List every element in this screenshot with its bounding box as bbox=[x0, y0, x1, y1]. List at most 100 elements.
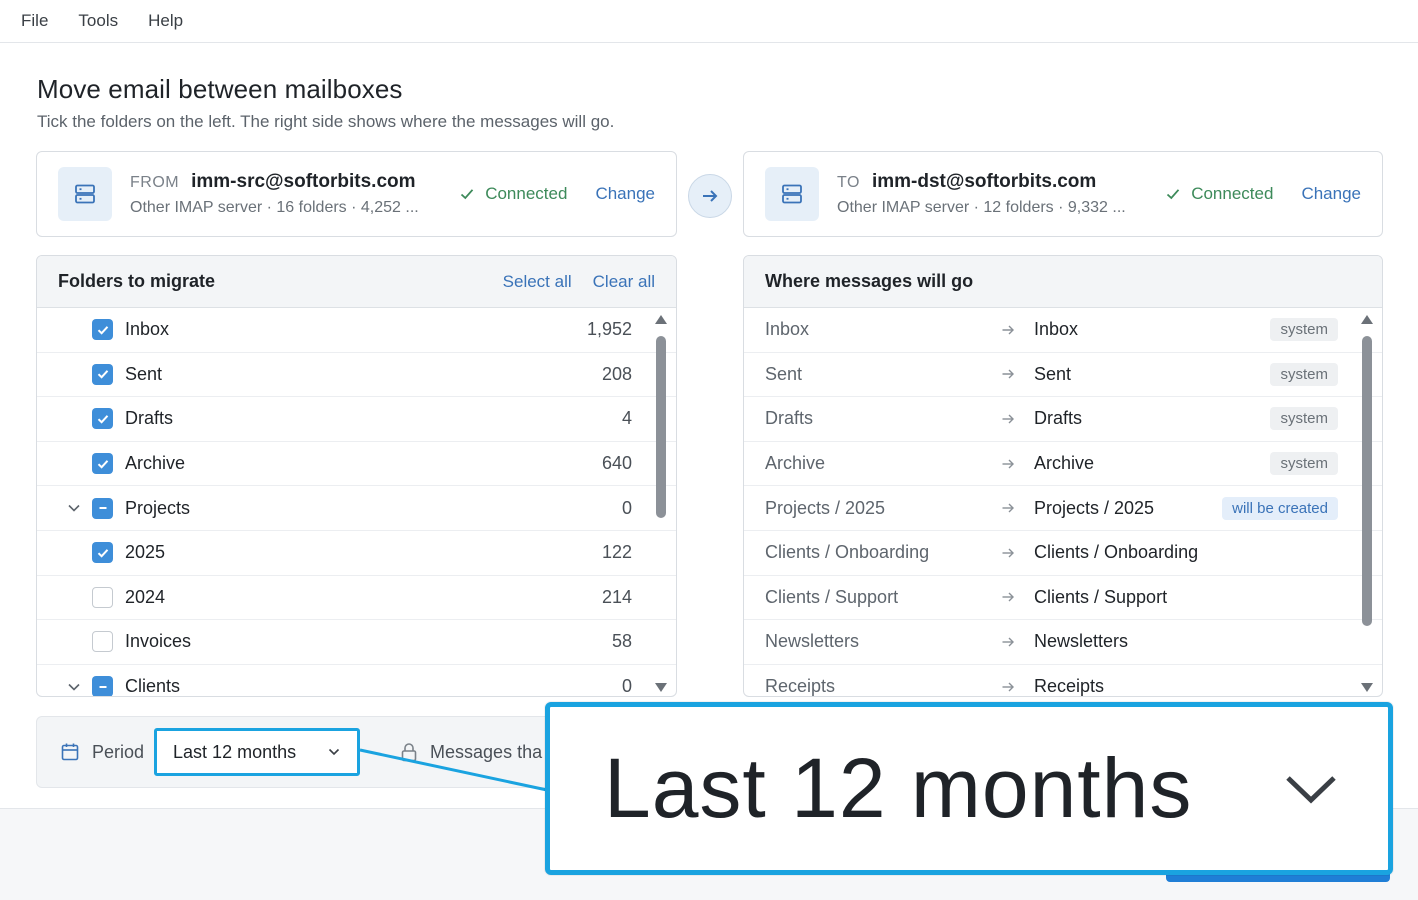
messages-filter-text: Messages tha bbox=[430, 741, 543, 762]
destination-meta: Other IMAP server · 12 folders · 9,332 .… bbox=[837, 199, 1126, 216]
arrow-right-icon bbox=[1001, 412, 1031, 426]
scroll-up-icon[interactable] bbox=[655, 315, 667, 324]
folder-row[interactable]: 2024 214 bbox=[37, 576, 676, 621]
folders-panel: Folders to migrate Select all Clear all … bbox=[36, 255, 677, 697]
menu-help[interactable]: Help bbox=[148, 11, 183, 31]
folder-checkbox[interactable] bbox=[92, 542, 113, 564]
chevron-down-icon bbox=[1286, 775, 1336, 803]
mapping-row: Sent Sent system bbox=[744, 353, 1382, 398]
folder-row[interactable]: Inbox 1,952 bbox=[37, 308, 676, 353]
folder-checkbox[interactable] bbox=[92, 363, 113, 385]
zoom-callout: Last 12 months bbox=[545, 702, 1393, 875]
arrow-right-icon bbox=[1001, 367, 1031, 381]
chevron-down-icon[interactable] bbox=[59, 680, 89, 694]
lock-icon bbox=[401, 743, 417, 762]
arrow-right-icon bbox=[1001, 680, 1031, 694]
scroll-thumb[interactable] bbox=[1362, 336, 1372, 626]
folder-name: Drafts bbox=[125, 408, 174, 429]
folder-checkbox[interactable] bbox=[92, 319, 113, 341]
folder-name: Sent bbox=[125, 363, 163, 384]
mapping-scrollbar[interactable] bbox=[1360, 312, 1374, 694]
arrow-right-icon bbox=[1001, 457, 1031, 471]
mapping-destination: Receipts bbox=[1034, 676, 1105, 697]
folder-name: Clients bbox=[125, 676, 181, 697]
arrow-right-icon bbox=[1001, 501, 1031, 515]
folder-count: 640 bbox=[601, 453, 632, 474]
folder-checkbox[interactable] bbox=[92, 408, 113, 430]
folder-checkbox[interactable] bbox=[92, 586, 113, 608]
destination-email: imm-dst@softorbits.com bbox=[871, 171, 1097, 192]
period-label: Period bbox=[92, 741, 145, 762]
scroll-down-icon[interactable] bbox=[655, 683, 667, 692]
check-icon bbox=[1167, 189, 1180, 200]
mapping-list: Inbox Inbox system Sent Sent system Drafts Draf… bbox=[744, 308, 1382, 697]
folders-panel-header: Folders to migrate Select all Clear all bbox=[37, 256, 676, 308]
folder-name: 2025 bbox=[125, 542, 166, 563]
page-subtitle: Tick the folders on the left. The right … bbox=[37, 112, 615, 131]
direction-arrow-button[interactable] bbox=[688, 174, 732, 218]
mapping-source: Archive bbox=[765, 453, 826, 474]
calendar-icon bbox=[61, 743, 79, 761]
mapping-row: Clients / Support Clients / Support bbox=[744, 576, 1382, 621]
menu-bar: File Tools Help bbox=[0, 0, 1418, 43]
select-all-link[interactable]: Select all bbox=[503, 272, 572, 292]
folder-name: Invoices bbox=[125, 631, 192, 652]
folder-name: Projects bbox=[125, 497, 191, 518]
destination-direction-label: TO bbox=[837, 174, 860, 191]
destination-change-link[interactable]: Change bbox=[1301, 184, 1361, 204]
zoom-callout-value: Last 12 months bbox=[604, 741, 1193, 835]
mapping-source: Sent bbox=[765, 363, 803, 384]
arrow-right-icon bbox=[1001, 590, 1031, 604]
chevron-down-icon[interactable] bbox=[59, 501, 89, 515]
folder-row[interactable]: Drafts 4 bbox=[37, 397, 676, 442]
clear-all-link[interactable]: Clear all bbox=[593, 272, 655, 292]
mapping-panel-title: Where messages will go bbox=[765, 271, 974, 291]
arrow-right-icon bbox=[1001, 546, 1031, 560]
mapping-source: Receipts bbox=[765, 676, 836, 697]
folder-row[interactable]: 2025 122 bbox=[37, 531, 676, 576]
system-badge: system bbox=[1270, 318, 1338, 342]
mapping-source: Clients / Support bbox=[765, 586, 899, 607]
folder-row[interactable]: Sent 208 bbox=[37, 353, 676, 398]
folder-checkbox[interactable] bbox=[92, 497, 113, 519]
mapping-source: Inbox bbox=[765, 319, 810, 340]
server-icon bbox=[58, 167, 112, 221]
chevron-down-icon bbox=[328, 748, 340, 756]
source-meta: Other IMAP server · 16 folders · 4,252 .… bbox=[130, 199, 419, 216]
folder-row[interactable]: Invoices 58 bbox=[37, 620, 676, 665]
period-select-value: Last 12 months bbox=[173, 741, 297, 762]
folder-count: 0 bbox=[621, 676, 632, 697]
scroll-down-icon[interactable] bbox=[1361, 683, 1373, 692]
source-change-link[interactable]: Change bbox=[595, 184, 655, 204]
folder-list: Inbox 1,952 Sent 208 Drafts 4 Archive 640 Projec… bbox=[37, 308, 676, 697]
folder-checkbox[interactable] bbox=[92, 676, 113, 696]
server-icon bbox=[765, 167, 819, 221]
folder-row[interactable]: Clients 0 bbox=[37, 665, 676, 697]
mapping-row: Receipts Receipts bbox=[744, 665, 1382, 697]
source-email: imm-src@softorbits.com bbox=[191, 171, 416, 192]
folder-row[interactable]: Archive 640 bbox=[37, 442, 676, 487]
check-icon bbox=[461, 189, 474, 200]
arrow-right-icon bbox=[1001, 323, 1031, 337]
mapping-destination: Clients / Support bbox=[1034, 586, 1168, 607]
menu-tools[interactable]: Tools bbox=[78, 11, 118, 31]
system-badge: system bbox=[1270, 407, 1338, 431]
mapping-destination: Newsletters bbox=[1034, 631, 1129, 652]
period-select[interactable]: Last 12 months bbox=[154, 728, 361, 776]
menu-file[interactable]: File bbox=[21, 11, 48, 31]
arrow-right-icon bbox=[703, 190, 718, 202]
mapping-row: Projects / 2025 Projects / 2025 will be cr… bbox=[744, 486, 1382, 531]
folder-checkbox[interactable] bbox=[92, 631, 113, 653]
folder-checkbox[interactable] bbox=[92, 453, 113, 475]
mapping-panel: Where messages will go Inbox Inbox system S… bbox=[743, 255, 1383, 697]
folders-scrollbar[interactable] bbox=[654, 312, 668, 694]
folder-count: 0 bbox=[621, 497, 632, 518]
mapping-source: Projects / 2025 bbox=[765, 497, 886, 518]
folder-count: 214 bbox=[601, 586, 632, 607]
mapping-row: Inbox Inbox system bbox=[744, 308, 1382, 353]
mapping-destination: Archive bbox=[1034, 453, 1095, 474]
scroll-thumb[interactable] bbox=[656, 336, 666, 518]
scroll-up-icon[interactable] bbox=[1361, 315, 1373, 324]
folder-row[interactable]: Projects 0 bbox=[37, 486, 676, 531]
folder-name: 2024 bbox=[125, 586, 166, 607]
